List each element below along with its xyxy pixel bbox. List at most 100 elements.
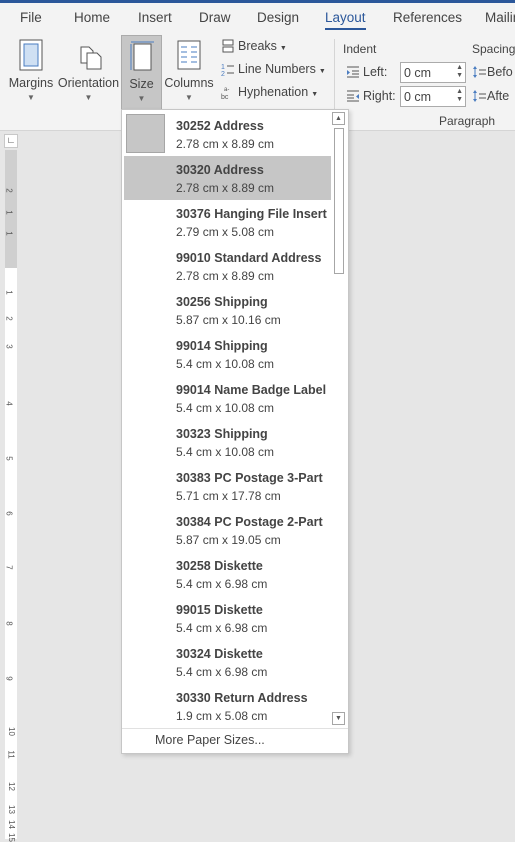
paper-size-item[interactable]: 30324 Diskette 5.4 cm x 6.98 cm (124, 640, 331, 684)
paper-size-item[interactable]: 30330 Return Address 1.9 cm x 5.08 cm (124, 684, 331, 728)
ruler-number: 3 (4, 344, 14, 349)
paper-size-dimensions: 5.4 cm x 6.98 cm (176, 577, 268, 591)
spacing-before-row[interactable]: Befo (472, 65, 513, 79)
ruler-number: 14 (6, 820, 16, 829)
ruler-number: 1 (4, 210, 14, 215)
paper-size-dimensions: 5.4 cm x 10.08 cm (176, 357, 275, 371)
tab-file[interactable]: File (20, 10, 42, 25)
paper-size-item[interactable]: 99015 Diskette 5.4 cm x 6.98 cm (124, 596, 331, 640)
margins-label: Margins (8, 76, 54, 90)
margins-icon (19, 39, 43, 71)
tab-home[interactable]: Home (74, 10, 110, 25)
vertical-ruler[interactable]: 2 1 1 1 2 3 4 5 6 7 8 9 10 11 12 13 14 1… (4, 150, 17, 842)
dropdown-scrollbar[interactable]: ▲ ▼ (331, 112, 347, 728)
tab-draw[interactable]: Draw (199, 10, 231, 25)
hyphenation-icon: a-bc (221, 87, 229, 99)
indent-left-label: Left: (363, 65, 388, 79)
paper-size-name: 99015 Diskette (176, 603, 263, 617)
indent-right-input[interactable]: 0 cm ▲ ▼ (400, 86, 466, 107)
paper-size-name: 99014 Name Badge Label (176, 383, 327, 397)
chevron-down-icon: ▼ (185, 93, 193, 102)
svg-text:2: 2 (221, 71, 225, 76)
ruler-number: 1 (4, 231, 14, 236)
indent-left-icon (347, 66, 359, 78)
paper-size-item[interactable]: 30323 Shipping 5.4 cm x 10.08 cm (124, 420, 331, 464)
columns-icon (177, 40, 201, 70)
scroll-down-icon[interactable]: ▼ (332, 712, 345, 725)
paper-size-item[interactable]: 30320 Address 2.78 cm x 8.89 cm (124, 156, 331, 200)
breaks-button[interactable]: Breaks ▼ (221, 39, 287, 53)
paper-size-dimensions: 5.4 cm x 10.08 cm (176, 401, 275, 415)
ruler-number: 1 (4, 290, 14, 295)
paper-size-dimensions: 1.9 cm x 5.08 cm (176, 709, 268, 723)
paper-size-item[interactable]: 30384 PC Postage 2-Part 5.87 cm x 19.05 c… (124, 508, 331, 552)
svg-text:a-: a- (224, 87, 229, 93)
spacing-group-title: Spacing (472, 42, 515, 56)
hyphenation-label: Hyphenation (238, 85, 309, 99)
breaks-label: Breaks (238, 39, 277, 53)
paper-size-dimensions: 2.79 cm x 5.08 cm (176, 225, 275, 239)
indent-right-label: Right: (363, 89, 396, 103)
paper-size-name: 30383 PC Postage 3-Part (176, 471, 323, 485)
tab-references[interactable]: References (393, 10, 462, 25)
spacing-after-icon (473, 90, 486, 102)
dropdown-divider (122, 728, 348, 729)
tab-insert[interactable]: Insert (138, 10, 172, 25)
paper-size-name: 30258 Diskette (176, 559, 263, 573)
ruler-number: 11 (6, 750, 16, 759)
paper-size-item[interactable]: 30376 Hanging File Insert 2.79 cm x 5.08 … (124, 200, 331, 244)
indent-left-input[interactable]: 0 cm ▲ ▼ (400, 62, 466, 83)
ruler-number: 6 (4, 511, 14, 516)
orientation-button[interactable]: Orientation ▼ (57, 35, 120, 111)
paper-size-item[interactable]: 30256 Shipping 5.87 cm x 10.16 cm (124, 288, 331, 332)
paper-size-name: 99010 Standard Address (176, 251, 322, 265)
paper-size-item[interactable]: 99014 Name Badge Label 5.4 cm x 10.08 cm (124, 376, 331, 420)
paper-size-item[interactable]: 99010 Standard Address 2.78 cm x 8.89 cm (124, 244, 331, 288)
paper-size-item[interactable]: 30258 Diskette 5.4 cm x 6.98 cm (124, 552, 331, 596)
paper-size-thumbnail (126, 114, 165, 153)
ruler-number: 13 (6, 805, 16, 814)
spacing-after-row[interactable]: Afte (472, 89, 509, 103)
svg-text:bc: bc (221, 94, 229, 99)
line-numbers-button[interactable]: 1 2 Line Numbers ▼ (221, 62, 326, 76)
spacing-before-icon (473, 66, 486, 78)
paper-size-dimensions: 5.4 cm x 6.98 cm (176, 665, 268, 679)
spin-arrows-icon[interactable]: ▲ ▼ (456, 88, 463, 104)
more-paper-sizes-button[interactable]: More Paper Sizes... (155, 733, 265, 747)
scroll-up-icon[interactable]: ▲ (332, 112, 345, 125)
paper-size-name: 99014 Shipping (176, 339, 268, 353)
indent-right-value: 0 cm (404, 90, 432, 104)
chevron-down-icon: ▼ (137, 94, 146, 103)
size-button[interactable]: Size ▼ (121, 35, 162, 111)
spin-arrows-icon[interactable]: ▲ ▼ (456, 64, 463, 80)
ruler-number: 2 (4, 316, 14, 321)
paper-size-name: 30252 Address (176, 119, 264, 133)
chevron-down-icon: ▼ (279, 45, 287, 52)
ruler-number: 5 (4, 456, 14, 461)
hyphenation-button[interactable]: a-bc Hyphenation ▼ (221, 85, 318, 99)
tab-selector[interactable]: ∟ (4, 134, 18, 148)
paper-size-name: 30330 Return Address (176, 691, 308, 705)
chevron-down-icon: ▼ (84, 93, 93, 102)
ruler-number: 2 (4, 188, 14, 193)
orientation-label: Orientation (57, 76, 120, 90)
line-numbers-icon: 12 (221, 64, 234, 76)
paper-size-item[interactable]: 30252 Address 2.78 cm x 8.89 cm (124, 112, 331, 156)
tab-layout[interactable]: Layout (325, 10, 366, 30)
scrollbar-thumb[interactable] (334, 128, 344, 274)
columns-button[interactable]: Columns ▼ (164, 35, 214, 111)
ruler-margin-area (5, 150, 17, 268)
orientation-icon (80, 46, 101, 70)
tab-design[interactable]: Design (257, 10, 299, 25)
columns-label: Columns (164, 76, 214, 90)
paper-size-name: 30324 Diskette (176, 647, 263, 661)
size-icon (130, 41, 154, 71)
margins-button[interactable]: Margins ▼ (6, 35, 56, 111)
chevron-down-icon: ▼ (318, 68, 326, 75)
ruler-number: 10 (6, 727, 16, 736)
paper-size-name: 30320 Address (176, 163, 264, 177)
indent-right-row: Right: (346, 89, 396, 103)
paper-size-item[interactable]: 30383 PC Postage 3-Part 5.71 cm x 17.78 c… (124, 464, 331, 508)
tab-mailings[interactable]: Mailin (485, 10, 515, 25)
paper-size-item[interactable]: 99014 Shipping 5.4 cm x 10.08 cm (124, 332, 331, 376)
